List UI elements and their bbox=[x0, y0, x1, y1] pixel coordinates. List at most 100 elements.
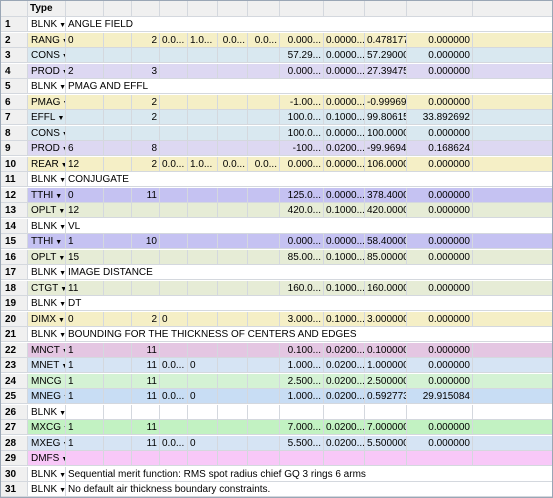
operand-type-select[interactable]: OPLT ▼ bbox=[28, 203, 66, 218]
table-cell[interactable] bbox=[473, 404, 552, 420]
table-cell[interactable]: 0.478177 bbox=[365, 32, 407, 48]
table-cell[interactable]: 2.500000 bbox=[365, 373, 407, 389]
chevron-down-icon[interactable]: ▼ bbox=[55, 239, 62, 246]
operand-type-select[interactable]: BLNK ▼ bbox=[28, 17, 66, 32]
table-cell[interactable]: 11 bbox=[132, 187, 160, 203]
row-number[interactable]: 26 bbox=[1, 404, 28, 420]
table-cell[interactable]: 0.0... bbox=[218, 32, 248, 48]
table-cell[interactable]: 1.000000E... bbox=[365, 358, 407, 373]
table-cell[interactable]: 0.100000 bbox=[365, 342, 407, 358]
table-cell[interactable] bbox=[104, 48, 132, 63]
table-cell[interactable] bbox=[280, 451, 324, 466]
table-cell[interactable] bbox=[248, 404, 280, 420]
table-cell[interactable]: 85.000000 bbox=[365, 249, 407, 265]
table-cell[interactable]: 0.000000 bbox=[407, 48, 473, 63]
table-cell[interactable] bbox=[324, 404, 365, 420]
table-cell[interactable]: 1 bbox=[66, 234, 104, 249]
row-number[interactable]: 30 bbox=[1, 466, 28, 482]
table-cell[interactable]: 0.000000 bbox=[407, 234, 473, 249]
header-col-4[interactable] bbox=[160, 1, 188, 17]
table-cell[interactable]: 1 bbox=[66, 373, 104, 389]
table-cell[interactable] bbox=[104, 311, 132, 327]
table-cell[interactable] bbox=[188, 373, 218, 389]
table-cell[interactable] bbox=[218, 63, 248, 79]
table-cell[interactable]: 12 bbox=[66, 156, 104, 172]
table-cell[interactable] bbox=[160, 187, 188, 203]
table-cell[interactable] bbox=[132, 404, 160, 420]
table-cell[interactable]: 6 bbox=[66, 141, 104, 156]
table-cell[interactable]: 125.0... bbox=[280, 187, 324, 203]
table-cell[interactable] bbox=[473, 234, 552, 249]
table-cell[interactable] bbox=[188, 187, 218, 203]
row-number[interactable]: 25 bbox=[1, 389, 28, 404]
table-cell[interactable]: -100... bbox=[280, 141, 324, 156]
table-cell[interactable] bbox=[248, 420, 280, 435]
operand-type-select[interactable]: OPLT ▼ bbox=[28, 249, 66, 265]
table-cell[interactable]: 5.500000 bbox=[365, 435, 407, 451]
table-cell[interactable] bbox=[473, 187, 552, 203]
table-cell[interactable]: 0.000000 bbox=[407, 249, 473, 265]
table-cell[interactable] bbox=[473, 249, 552, 265]
table-cell[interactable] bbox=[104, 187, 132, 203]
header-col-7[interactable] bbox=[248, 1, 280, 17]
table-cell[interactable] bbox=[160, 94, 188, 110]
table-cell[interactable]: 0.1000... bbox=[324, 280, 365, 296]
operand-type-select[interactable]: CONS▼ bbox=[28, 48, 66, 63]
header-col-8[interactable] bbox=[280, 1, 324, 17]
table-cell[interactable]: 0.000000 bbox=[407, 420, 473, 435]
table-cell[interactable]: 85.00... bbox=[280, 249, 324, 265]
table-cell[interactable]: 8 bbox=[132, 141, 160, 156]
operand-type-select[interactable]: MXCG▼ bbox=[28, 420, 66, 435]
table-cell[interactable]: 11 bbox=[132, 389, 160, 404]
table-cell[interactable]: 0.000000 bbox=[407, 280, 473, 296]
table-cell[interactable]: 0.000000 bbox=[407, 373, 473, 389]
table-cell[interactable]: 11 bbox=[132, 435, 160, 451]
table-cell[interactable] bbox=[132, 203, 160, 218]
table-cell[interactable] bbox=[473, 451, 552, 466]
table-cell[interactable] bbox=[104, 125, 132, 141]
operand-type-select[interactable]: BLNK ▼ bbox=[28, 265, 66, 280]
table-cell[interactable] bbox=[280, 404, 324, 420]
table-cell[interactable] bbox=[473, 342, 552, 358]
header-weight[interactable] bbox=[365, 1, 407, 17]
table-cell[interactable]: -0.999694 bbox=[365, 94, 407, 110]
table-cell[interactable]: 11 bbox=[132, 358, 160, 373]
comment-cell[interactable]: VL bbox=[66, 218, 552, 234]
table-cell[interactable]: 0.0200... bbox=[324, 420, 365, 435]
header-target[interactable] bbox=[324, 1, 365, 17]
table-cell[interactable] bbox=[160, 280, 188, 296]
table-cell[interactable]: 57.290000 bbox=[365, 48, 407, 63]
table-cell[interactable]: 420.000000 bbox=[365, 203, 407, 218]
chevron-down-icon[interactable]: ▼ bbox=[58, 208, 65, 215]
table-cell[interactable]: 0.000000 bbox=[407, 32, 473, 48]
table-cell[interactable] bbox=[104, 451, 132, 466]
header-type[interactable]: Type bbox=[28, 1, 66, 17]
table-cell[interactable] bbox=[365, 451, 407, 466]
table-cell[interactable] bbox=[248, 94, 280, 110]
table-cell[interactable] bbox=[218, 110, 248, 125]
chevron-down-icon[interactable]: ▼ bbox=[58, 317, 65, 324]
table-cell[interactable]: 0.0... bbox=[218, 156, 248, 172]
header-col-5[interactable] bbox=[188, 1, 218, 17]
table-cell[interactable]: 0.1000... bbox=[324, 203, 365, 218]
chevron-down-icon[interactable]: ▼ bbox=[59, 22, 65, 29]
table-cell[interactable]: 106.000000 bbox=[365, 156, 407, 172]
table-cell[interactable] bbox=[218, 125, 248, 141]
table-cell[interactable]: 0.0000... bbox=[324, 234, 365, 249]
table-cell[interactable] bbox=[66, 125, 104, 141]
row-number[interactable]: 28 bbox=[1, 435, 28, 451]
table-cell[interactable]: 0 bbox=[188, 358, 218, 373]
table-cell[interactable] bbox=[248, 373, 280, 389]
row-number[interactable]: 15 bbox=[1, 234, 28, 249]
table-cell[interactable] bbox=[248, 110, 280, 125]
chevron-down-icon[interactable]: ▼ bbox=[59, 270, 65, 277]
table-cell[interactable] bbox=[218, 48, 248, 63]
table-cell[interactable] bbox=[188, 280, 218, 296]
table-cell[interactable]: 0 bbox=[160, 311, 188, 327]
comment-cell[interactable]: DT bbox=[66, 296, 552, 311]
row-number[interactable]: 9 bbox=[1, 141, 28, 156]
table-cell[interactable] bbox=[248, 48, 280, 63]
table-cell[interactable] bbox=[248, 451, 280, 466]
table-cell[interactable] bbox=[188, 249, 218, 265]
table-cell[interactable]: 0.0... bbox=[160, 389, 188, 404]
